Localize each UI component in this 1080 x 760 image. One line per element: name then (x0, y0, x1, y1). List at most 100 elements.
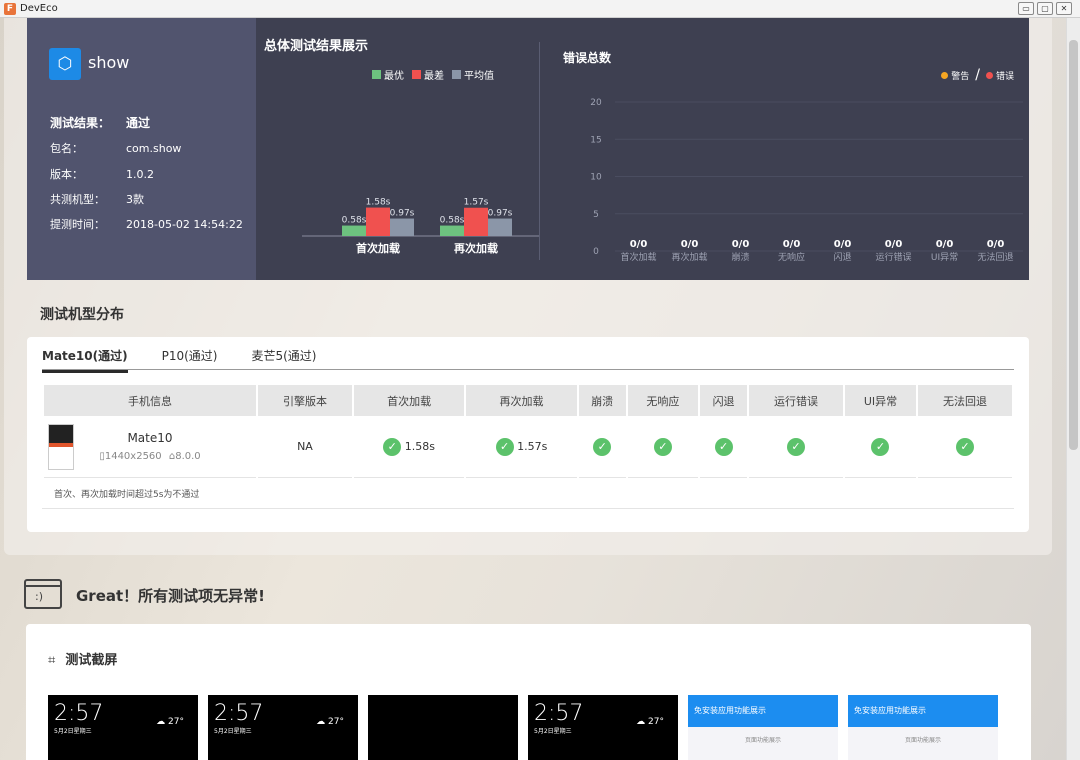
date-text: 5月2日星期三 (214, 728, 252, 735)
phone-info-cell: Mate10 ▯1440x2560 ⌂8.0.0 (44, 416, 256, 478)
temperature: 27° (328, 717, 344, 727)
category-label: 再次加载 (454, 241, 498, 255)
bar-label: 0.97s (390, 209, 415, 219)
col-engine: 引擎版本 (258, 385, 352, 416)
status-bar (368, 695, 518, 702)
first-load-value: 1.58s (404, 439, 435, 453)
app-name: show (88, 53, 130, 72)
bar-label: 0.58s (440, 216, 465, 226)
runtime-error-cell: ✓ (749, 416, 843, 478)
results-table: 手机信息 引擎版本 首次加载 再次加载 崩溃 无响应 闪退 运行错误 UI异常 … (42, 385, 1014, 478)
bar-label: 1.57s (464, 198, 489, 208)
screenshot-thumbnail[interactable]: 2:57 5月2日星期三 ☁ 27° (208, 695, 358, 760)
col-no-back: 无法回退 (918, 385, 1012, 416)
success-message: Great！所有测试项无异常! (76, 587, 266, 605)
package-row: 包名： com.show (50, 140, 181, 156)
bar-2-1 (488, 218, 512, 236)
time-value: 2018-05-02 14:54:22 (126, 218, 243, 231)
col-crash: 崩溃 (578, 385, 626, 416)
check-icon: ✓ (593, 437, 612, 456)
screenshots-title-text: 测试截屏 (65, 653, 118, 668)
package-icon: ⬡ (49, 48, 81, 80)
x-tick-label: UI异常 (931, 251, 958, 263)
screenshot-thumbnail[interactable]: 免安装应用功能展示 页面功能展示 (688, 695, 838, 760)
bar-label: 0.58s (342, 216, 367, 226)
x-tick-label: 运行错误 (875, 251, 911, 263)
x-tick-label: 闪退 (833, 252, 851, 263)
category-label: 首次加载 (356, 241, 400, 255)
col-runtime-error: 运行错误 (749, 385, 843, 416)
time-label: 提测时间： (50, 218, 105, 231)
app-header: 免安装应用功能展示 (688, 695, 838, 727)
crop-icon: ⌗ (48, 653, 56, 668)
col-first-load: 首次加载 (353, 385, 465, 416)
bar-1-1 (464, 207, 488, 236)
weather-widget: ☁ 27° (156, 717, 184, 727)
phone-spec: ▯1440x2560 ⌂8.0.0 (44, 451, 256, 462)
tab-underline (42, 369, 1014, 370)
distribution-title: 测试机型分布 (40, 307, 124, 323)
distribution-card: Mate10(通过) P10(通过) 麦芒5(通过) 手机信息 引擎版本 首次加… (27, 337, 1029, 532)
check-icon: ✓ (871, 437, 890, 456)
flash-exit-cell: ✓ (700, 416, 748, 478)
screenshot-thumbnail[interactable]: 免安装应用功能展示 页面功能展示 (848, 695, 998, 760)
cloud-icon: ☁ (636, 717, 646, 727)
value-label: 0/0 (732, 239, 750, 250)
col-phone-info: 手机信息 (44, 385, 256, 416)
version-row: 版本： 1.0.2 (50, 166, 154, 182)
app-page-title: 免安装应用功能展示 (694, 706, 766, 715)
version-value: 1.0.2 (126, 168, 154, 181)
result-label: 测试结果： (50, 116, 111, 130)
load-time-note: 首次、再次加载时间超过5s为不通过 (54, 490, 200, 500)
temperature: 27° (648, 717, 664, 727)
col-second-load: 再次加载 (466, 385, 577, 416)
minimize-button[interactable]: ▭ (1018, 2, 1034, 15)
screenshot-thumbnail[interactable] (368, 695, 518, 760)
scrollbar-thumb[interactable] (1069, 40, 1078, 450)
y-tick-label: 10 (590, 173, 602, 183)
summary-panel: ⬡ show 测试结果： 通过 包名： com.show 版本： 1.0.2 共测机型… (27, 18, 1029, 280)
os-version: 8.0.0 (175, 451, 201, 462)
phone-name: Mate10 (127, 431, 173, 445)
x-tick-label: 无法回退 (977, 251, 1013, 263)
maximize-button[interactable]: ▢ (1037, 2, 1053, 15)
window-title: DevEco (20, 3, 58, 14)
date-text: 5月2日星期三 (534, 728, 572, 735)
app-logo-icon: F (4, 2, 16, 15)
phone-thumbnail (48, 424, 74, 470)
resolution-value: 1440x2560 (104, 451, 162, 462)
col-flash-exit: 闪退 (700, 385, 748, 416)
models-label: 共测机型： (50, 193, 105, 206)
col-ui-error: UI异常 (844, 385, 917, 416)
screenshot-thumbnail[interactable]: 2:57 5月2日星期三 ☁ 27° (528, 695, 678, 760)
y-tick-label: 0 (593, 247, 599, 257)
weather-widget: ☁ 27° (316, 717, 344, 727)
window-titlebar: F DevEco ▭ ▢ ✕ (0, 0, 1080, 18)
scrollbar[interactable] (1066, 18, 1080, 760)
cloud-icon: ☁ (316, 717, 326, 727)
table-row: Mate10 ▯1440x2560 ⌂8.0.0 NA ✓ 1.58s ✓ 1.… (44, 416, 1012, 478)
engine-cell: NA (258, 416, 352, 478)
package-label: 包名： (50, 142, 83, 155)
value-label: 0/0 (936, 239, 954, 250)
date-text: 5月2日星期三 (54, 728, 92, 735)
app-info-panel: ⬡ show 测试结果： 通过 包名： com.show 版本： 1.0.2 共测机型… (27, 18, 256, 280)
close-button[interactable]: ✕ (1056, 2, 1072, 15)
value-label: 0/0 (987, 239, 1005, 250)
app-page-title: 免安装应用功能展示 (854, 706, 926, 715)
value-label: 0/0 (630, 239, 648, 250)
col-no-response: 无响应 (627, 385, 699, 416)
weather-widget: ☁ 27° (636, 717, 664, 727)
result-value: 通过 (126, 116, 151, 130)
value-label: 0/0 (783, 239, 801, 250)
first-load-cell: ✓ 1.58s (353, 416, 465, 478)
check-icon: ✓ (495, 437, 514, 456)
bar-1-0 (366, 207, 390, 236)
screenshot-thumbnail[interactable]: 2:57 5月2日星期三 ☁ 27° (48, 695, 198, 760)
ui-error-cell: ✓ (844, 416, 917, 478)
models-row: 共测机型： 3款 (50, 191, 144, 207)
check-icon: ✓ (653, 437, 672, 456)
error-count-chart: 051015200/0首次加载0/0再次加载0/0崩溃0/0无响应0/0闪退0/… (590, 98, 1023, 263)
x-tick-label: 再次加载 (671, 251, 707, 263)
note-divider (42, 508, 1014, 509)
